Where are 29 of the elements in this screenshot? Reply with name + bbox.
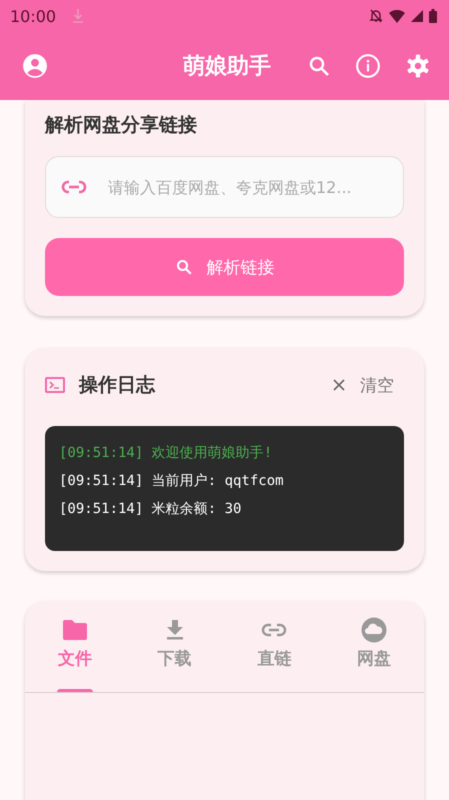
- card-title: 解析网盘分享链接: [45, 113, 198, 138]
- cloud-icon: [361, 617, 388, 643]
- log-line: [09:51:14] 当前用户: qqtfcom: [59, 472, 285, 491]
- search-icon: [174, 258, 192, 276]
- wifi-icon: [389, 10, 405, 22]
- app-title: 萌娘助手: [183, 53, 271, 81]
- tab[interactable]: 网盘: [324, 617, 424, 692]
- battery-icon: [429, 9, 437, 23]
- tab[interactable]: 下载: [124, 617, 224, 692]
- terminal-icon: [45, 377, 65, 393]
- folder-icon: [62, 617, 88, 643]
- tab[interactable]: 文件: [25, 617, 125, 692]
- log-line: [09:51:14] 米粒余额: 30: [59, 500, 242, 519]
- download-icon: [72, 8, 84, 24]
- signal-icon: [411, 10, 423, 22]
- info-icon[interactable]: [355, 53, 381, 79]
- link-input-field[interactable]: 请输入百度网盘、夸克网盘或12...: [45, 156, 404, 218]
- link-icon: [61, 180, 87, 194]
- bell-off-icon: [369, 9, 383, 23]
- tab[interactable]: 直链: [224, 617, 324, 692]
- status-time: 10:00: [10, 6, 56, 26]
- search-icon[interactable]: [307, 54, 331, 78]
- parse-button[interactable]: 解析链接: [45, 238, 404, 296]
- close-icon: [332, 378, 346, 392]
- log-line: [09:51:14] 欢迎使用萌娘助手!: [59, 444, 274, 463]
- clear-button[interactable]: 清空: [332, 374, 404, 396]
- card-title: 操作日志: [79, 373, 155, 398]
- account-icon[interactable]: [22, 53, 48, 79]
- settings-icon[interactable]: [405, 53, 431, 79]
